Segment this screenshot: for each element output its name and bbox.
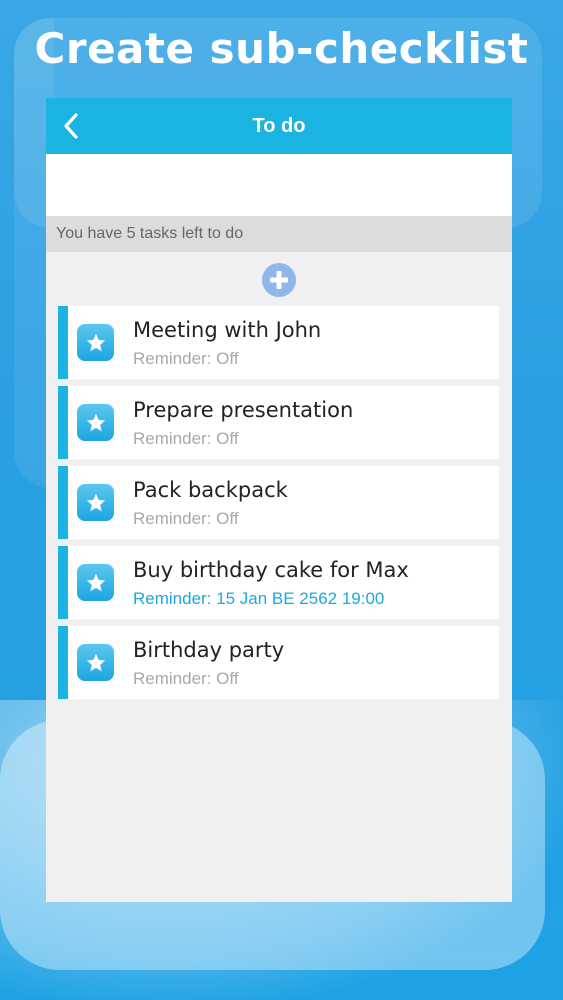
task-text: Prepare presentation Reminder: Off: [133, 396, 353, 449]
add-task-button[interactable]: [262, 263, 296, 297]
task-title: Meeting with John: [133, 318, 322, 342]
task-list: Meeting with John Reminder: Off Prepare pr…: [46, 306, 512, 699]
task-text: Pack backpack Reminder: Off: [133, 476, 288, 529]
task-color-stripe: [58, 466, 68, 539]
task-text: Meeting with John Reminder: Off: [133, 316, 321, 369]
app-screen: To do You have 5 tasks left to do Meetin…: [46, 98, 512, 902]
task-text: Birthday party Reminder: Off: [133, 636, 284, 689]
sub-checklist-input-area[interactable]: [46, 154, 512, 216]
plus-circle-icon: [270, 271, 288, 289]
task-text: Buy birthday cake for Max Reminder: 15 Ja…: [133, 556, 409, 609]
task-title: Birthday party: [133, 638, 285, 662]
chevron-left-icon: [64, 113, 78, 139]
promo-headline: Create sub-checklist: [34, 24, 529, 73]
star-icon[interactable]: [77, 484, 114, 521]
task-reminder: Reminder: Off: [133, 509, 239, 528]
star-icon[interactable]: [77, 644, 114, 681]
task-item[interactable]: Pack backpack Reminder: Off: [58, 466, 499, 539]
navigation-bar: To do: [46, 98, 512, 154]
page-title: To do: [252, 114, 306, 137]
task-item[interactable]: Buy birthday cake for Max Reminder: 15 Ja…: [58, 546, 499, 619]
task-title: Buy birthday cake for Max: [133, 558, 409, 582]
task-reminder: Reminder: Off: [133, 349, 239, 368]
star-icon[interactable]: [77, 404, 114, 441]
back-button[interactable]: [56, 111, 86, 141]
task-color-stripe: [58, 386, 68, 459]
star-icon[interactable]: [77, 564, 114, 601]
task-color-stripe: [58, 306, 68, 379]
task-color-stripe: [58, 546, 68, 619]
task-item[interactable]: Birthday party Reminder: Off: [58, 626, 499, 699]
task-title: Pack backpack: [133, 478, 288, 502]
tasks-remaining-status: You have 5 tasks left to do: [46, 216, 512, 252]
add-row: [46, 252, 512, 306]
task-reminder: Reminder: 15 Jan BE 2562 19:00: [133, 589, 385, 608]
task-item[interactable]: Meeting with John Reminder: Off: [58, 306, 499, 379]
task-title: Prepare presentation: [133, 398, 354, 422]
task-reminder: Reminder: Off: [133, 429, 239, 448]
task-reminder: Reminder: Off: [133, 669, 239, 688]
task-item[interactable]: Prepare presentation Reminder: Off: [58, 386, 499, 459]
task-color-stripe: [58, 626, 68, 699]
star-icon[interactable]: [77, 324, 114, 361]
